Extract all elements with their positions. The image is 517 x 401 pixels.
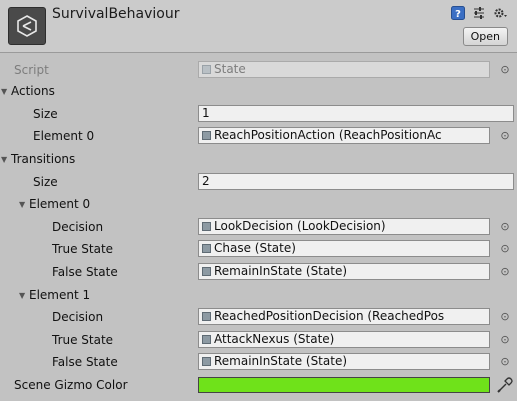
element1-true-value: AttackNexus (State) [214,332,335,346]
scriptable-object-icon [202,357,211,366]
object-picker-icon[interactable]: ⊙ [498,329,512,351]
element0-true-value: Chase (State) [214,241,296,255]
script-row: Script State ⊙ [0,59,517,81]
actions-size-row: Size 1 [0,103,517,125]
element1-true-field[interactable]: AttackNexus (State) [198,331,490,348]
header-toolbar: ? [450,5,507,20]
element1-decision-row: Decision ReachedPositionDecision (Reache… [0,306,517,328]
element1-decision-value: ReachedPositionDecision (ReachedPos [214,309,445,323]
true-state-label: True State [52,242,114,256]
actions-foldout[interactable]: ▼ Actions [0,80,517,102]
object-picker-icon[interactable]: ⊙ [498,238,512,260]
actions-size-input[interactable]: 1 [198,105,514,122]
script-field: State [198,61,490,78]
scriptable-object-icon [202,222,211,231]
object-picker-icon[interactable]: ⊙ [498,306,512,328]
transitions-size-input[interactable]: 2 [198,173,514,190]
element1-true-row: True State AttackNexus (State) ⊙ [0,329,517,351]
object-picker-icon[interactable]: ⊙ [498,351,512,373]
gear-icon[interactable] [492,5,507,20]
transitions-foldout[interactable]: ▼ Transitions [0,148,517,170]
foldout-arrow-icon[interactable]: ▼ [1,81,11,103]
scriptable-object-icon [202,335,211,344]
gizmo-color-label: Scene Gizmo Color [14,378,128,392]
element0-decision-row: Decision LookDecision (LookDecision) ⊙ [0,216,517,238]
foldout-arrow-icon[interactable]: ▼ [1,149,11,171]
decision-label: Decision [52,220,104,234]
element0-decision-value: LookDecision (LookDecision) [214,219,386,233]
component-title: SurvivalBehaviour [52,6,180,22]
settings-sliders-icon[interactable] [471,5,486,20]
element1-false-row: False State RemainInState (State) ⊙ [0,351,517,373]
object-picker-icon[interactable]: ⊙ [498,261,512,283]
transition-element0-foldout[interactable]: ▼ Element 0 [0,193,517,215]
element1-false-field[interactable]: RemainInState (State) [198,353,490,370]
eyedropper-icon[interactable] [495,375,515,395]
element0-false-row: False State RemainInState (State) ⊙ [0,261,517,283]
scriptable-object-icon [202,312,211,321]
transition-element0-label: Element 0 [29,197,91,211]
object-picker-icon[interactable]: ⊙ [498,216,512,238]
script-file-icon [202,65,211,74]
transitions-size-label: Size [33,175,58,189]
inspector-panel: SurvivalBehaviour ? Open Script State ⊙ … [0,0,517,401]
element0-false-value: RemainInState (State) [214,264,348,278]
element1-false-value: RemainInState (State) [214,354,348,368]
element0-decision-field[interactable]: LookDecision (LookDecision) [198,218,490,235]
svg-text:?: ? [455,9,461,20]
actions-element0-row: Element 0 ReachPositionAction (ReachPosi… [0,125,517,147]
foldout-arrow-icon[interactable]: ▼ [19,194,29,216]
false-state-label: False State [52,265,118,279]
element0-false-field[interactable]: RemainInState (State) [198,263,490,280]
actions-element0-value: ReachPositionAction (ReachPositionAc [214,128,442,142]
gizmo-color-swatch[interactable] [198,377,490,393]
transition-element1-label: Element 1 [29,288,91,302]
actions-size-label: Size [33,107,58,121]
scriptable-object-icon [202,267,211,276]
component-header: SurvivalBehaviour ? Open [0,0,517,53]
actions-element0-field[interactable]: ReachPositionAction (ReachPositionAc [198,127,490,144]
transitions-size-row: Size 2 [0,171,517,193]
transitions-label: Transitions [11,152,76,166]
element1-decision-field[interactable]: ReachedPositionDecision (ReachedPos [198,308,490,325]
object-picker-icon[interactable]: ⊙ [498,125,512,147]
script-label: Script [14,63,49,77]
decision-label: Decision [52,310,104,324]
scriptable-object-icon [202,131,211,140]
foldout-arrow-icon[interactable]: ▼ [19,285,29,307]
actions-element0-label: Element 0 [33,129,95,143]
help-icon[interactable]: ? [450,5,465,20]
element0-true-field[interactable]: Chase (State) [198,240,490,257]
gizmo-color-row: Scene Gizmo Color [0,374,517,396]
script-value: State [214,62,246,76]
open-button[interactable]: Open [462,27,508,46]
object-picker-icon: ⊙ [500,63,510,76]
unity-logo-icon [8,7,46,45]
element0-true-row: True State Chase (State) ⊙ [0,238,517,260]
false-state-label: False State [52,355,118,369]
transition-element1-foldout[interactable]: ▼ Element 1 [0,284,517,306]
actions-label: Actions [11,84,55,98]
true-state-label: True State [52,333,114,347]
scriptable-object-icon [202,244,211,253]
